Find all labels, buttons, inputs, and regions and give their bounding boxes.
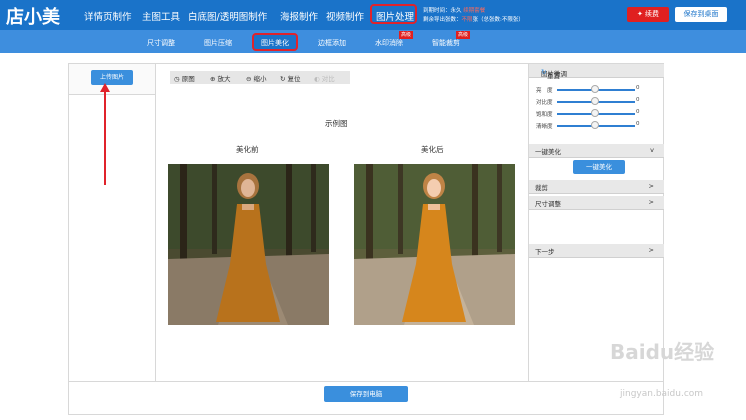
premium-badge: 高级	[399, 31, 414, 39]
sample-title: 示例图	[325, 119, 348, 128]
oneclick-section-header[interactable]: 一键美化 v	[529, 144, 664, 158]
export-count-info: 剩余导出张数：不限张（总张数:不限张）	[423, 15, 524, 23]
brightness-handle[interactable]	[591, 85, 599, 93]
zoom-out-label: 缩小	[253, 75, 267, 83]
saturation-handle[interactable]	[591, 109, 599, 117]
lightbulb-icon: ✦	[636, 10, 643, 18]
chevron-right-icon: >	[648, 182, 654, 190]
tab-compress[interactable]: 图片压缩	[204, 38, 232, 48]
zoom-out-tool[interactable]: ⊖ 缩小	[246, 73, 267, 83]
chevron-right-icon: >	[648, 246, 654, 254]
brightness-label: 亮 度	[536, 88, 553, 94]
baidu-watermark: Baidu经验	[610, 340, 715, 364]
expiry-text: 到期时间：永久	[423, 8, 462, 14]
chevron-right-icon: >	[648, 198, 654, 206]
expiry-info: 到期时间：永久 续期套餐	[423, 6, 485, 14]
reset-label: 复位	[287, 75, 301, 83]
original-label: 原图	[181, 75, 195, 83]
renew-plan-link[interactable]: 续期套餐	[463, 8, 485, 14]
contrast-label: 对比度	[536, 100, 553, 106]
chevron-down-icon: v	[650, 146, 654, 154]
tab-beautify-label: 图片美化	[261, 39, 289, 47]
contrast-handle[interactable]	[591, 97, 599, 105]
export-count-value: 不限	[461, 17, 473, 23]
oneclick-section-title: 一键美化	[535, 148, 561, 156]
nav-poster[interactable]: 海报制作	[280, 9, 318, 23]
sharpness-value: 0	[636, 121, 640, 127]
tab-smart-crop[interactable]: 智能裁剪	[432, 38, 460, 48]
contrast-value: 0	[636, 97, 640, 103]
before-image	[168, 164, 329, 325]
saturation-slider[interactable]: 饱和度 0	[529, 109, 664, 119]
right-panel: 图片微调 ↻ 重置 亮 度 0 对比度 0 饱和度 0 清晰度 0 一键美化 v …	[528, 64, 664, 381]
nav-detail-page[interactable]: 详情页制作	[84, 9, 132, 23]
sharpness-label: 清晰度	[536, 124, 553, 130]
resize-section-header[interactable]: 尺寸调整 >	[529, 196, 664, 210]
after-label: 美化后	[421, 145, 444, 154]
next-step-header[interactable]: 下一步 >	[529, 244, 664, 258]
reset-tool[interactable]: ↻ 复位	[280, 73, 301, 83]
tab-resize[interactable]: 尺寸调整	[147, 38, 175, 48]
tab-beautify[interactable]: 图片美化	[252, 33, 298, 51]
nav-image-processing-label: 图片处理	[376, 12, 415, 23]
contrast-slider[interactable]: 对比度 0	[529, 97, 664, 107]
top-navbar: 店小美 详情页制作 主图工具 白底图/透明图制作 海报制作 视频制作 图片处理 …	[0, 0, 746, 30]
original-icon: ◷	[174, 75, 180, 83]
reset-link[interactable]: ↻ 重置	[541, 68, 560, 80]
next-step-title: 下一步	[535, 248, 555, 256]
left-panel-header: 上传图片	[69, 64, 155, 95]
original-tool[interactable]: ◷ 原图	[174, 73, 195, 83]
app-logo[interactable]: 店小美	[6, 3, 60, 29]
export-count-total: 张（总张数:不限张）	[472, 17, 524, 23]
nav-video[interactable]: 视频制作	[326, 9, 364, 23]
left-panel: 上传图片	[69, 64, 156, 381]
upload-image-button[interactable]: 上传图片	[91, 70, 133, 85]
before-label: 美化前	[236, 145, 259, 154]
compare-tool[interactable]: ◐ 对比	[314, 73, 335, 83]
premium-badge: 高级	[456, 31, 471, 39]
saturation-value: 0	[636, 109, 640, 115]
bottom-bar: 保存到电脑	[69, 381, 663, 415]
annotation-arrow	[104, 87, 106, 185]
oneclick-beautify-button[interactable]: 一键美化	[573, 160, 625, 174]
save-to-computer-button[interactable]: 保存到电脑	[324, 386, 408, 402]
annotation-arrowhead	[100, 83, 110, 92]
brightness-slider[interactable]: 亮 度 0	[529, 85, 664, 95]
renew-button-label: 续费	[645, 10, 660, 18]
crop-section-header[interactable]: 裁剪 >	[529, 180, 664, 194]
baidu-watermark-url: jingyan.baidu.com	[620, 389, 704, 399]
zoom-in-tool[interactable]: ⊕ 放大	[210, 73, 231, 83]
tab-watermark-removal[interactable]: 水印消除	[375, 38, 403, 48]
resize-section-title: 尺寸调整	[535, 200, 561, 208]
fine-tune-header: 图片微调 ↻ 重置	[529, 64, 664, 80]
after-image	[354, 164, 515, 325]
tab-border[interactable]: 边框添加	[318, 38, 346, 48]
crop-section-title: 裁剪	[535, 184, 548, 192]
brightness-value: 0	[636, 85, 640, 91]
renew-button[interactable]: ✦ 续费	[627, 7, 669, 22]
zoom-in-label: 放大	[217, 75, 231, 83]
zoom-out-icon: ⊖	[246, 75, 252, 83]
saturation-label: 饱和度	[536, 112, 553, 118]
reset-icon: ↻	[280, 75, 286, 83]
sub-navbar: 尺寸调整 图片压缩 图片美化 边框添加 水印消除 智能裁剪	[0, 30, 746, 53]
nav-image-processing[interactable]: 图片处理	[370, 4, 417, 24]
compare-label: 对比	[321, 75, 335, 83]
export-count-label: 剩余导出张数：	[423, 17, 462, 23]
nav-white-background[interactable]: 白底图/透明图制作	[188, 9, 267, 23]
sharpness-handle[interactable]	[591, 121, 599, 129]
zoom-in-icon: ⊕	[210, 75, 216, 83]
save-to-desktop-button[interactable]: 保存到桌面	[675, 7, 727, 22]
compare-icon: ◐	[314, 75, 320, 83]
nav-main-image-tool[interactable]: 主图工具	[142, 9, 180, 23]
sharpness-slider[interactable]: 清晰度 0	[529, 121, 664, 131]
image-toolbar: ◷ 原图 ⊕ 放大 ⊖ 缩小 ↻ 复位 ◐ 对比	[170, 71, 350, 84]
